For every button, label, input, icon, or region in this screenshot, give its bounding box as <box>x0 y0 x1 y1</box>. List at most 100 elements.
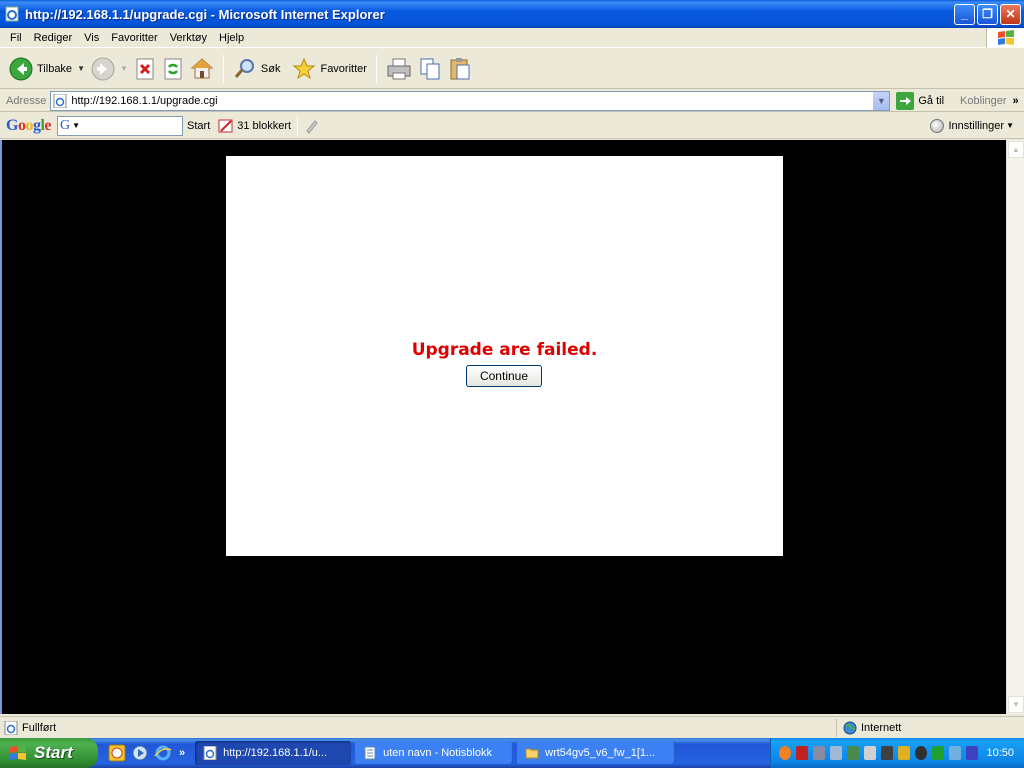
task-label: http://192.168.1.1/u... <box>223 747 328 759</box>
taskbar: Start » http://192.168.1.1/u... uten nav… <box>0 738 1024 768</box>
tray-app-icon[interactable] <box>881 746 893 760</box>
address-input[interactable]: http://192.168.1.1/upgrade.cgi ▼ <box>50 90 891 111</box>
tray-app-icon[interactable] <box>813 746 825 760</box>
back-button[interactable]: Tilbake ▼ <box>6 52 88 86</box>
clock[interactable]: 10:50 <box>986 747 1014 759</box>
more-chevron-icon[interactable]: » <box>1013 95 1019 107</box>
favorites-button[interactable]: Favoritter <box>289 52 369 86</box>
clock-app-icon[interactable] <box>108 744 126 762</box>
taskbar-button-folder[interactable]: wrt54gv5_v6_fw_1[1... <box>517 741 676 765</box>
menu-edit[interactable]: Rediger <box>28 32 79 44</box>
notepad-icon <box>364 746 376 760</box>
menu-help[interactable]: Hjelp <box>213 32 250 44</box>
chevron-down-icon[interactable]: ▼ <box>77 64 85 73</box>
tray-app-icon[interactable] <box>915 746 927 760</box>
status-bar: Fullført Internett <box>0 716 1024 738</box>
task-label: wrt54gv5_v6_fw_1[1... <box>545 747 656 759</box>
window-title: http://192.168.1.1/upgrade.cgi - Microso… <box>25 6 385 22</box>
address-label: Adresse <box>6 94 47 107</box>
tray-battery-icon[interactable] <box>932 746 944 760</box>
tray-meter-icon[interactable] <box>796 746 808 760</box>
address-bar: Adresse http://192.168.1.1/upgrade.cgi ▼… <box>0 90 1024 112</box>
printer-icon <box>387 58 411 79</box>
search-label: Søk <box>260 62 281 75</box>
links-toolbar[interactable]: Koblinger <box>960 95 1006 107</box>
page-done-icon <box>4 720 18 735</box>
vertical-scrollbar[interactable]: ▲ ▼ <box>1006 140 1024 714</box>
google-toolbar: Google G ▼ Start 31 blokkert Innstilling… <box>0 113 1024 139</box>
google-settings-button[interactable]: Innstillinger ▼ <box>930 118 1014 133</box>
web-page-viewport: Upgrade are failed. Continue <box>0 140 1006 714</box>
taskbar-button-ie[interactable]: http://192.168.1.1/u... <box>195 741 352 765</box>
paste-button[interactable] <box>445 52 475 86</box>
internet-explorer-icon[interactable] <box>154 744 172 762</box>
tray-speaker-icon[interactable] <box>864 746 876 760</box>
settings-label: Innstillinger <box>948 119 1005 132</box>
status-text-area: Fullført <box>4 720 57 735</box>
go-button[interactable]: Gå til <box>896 91 944 110</box>
google-start-button[interactable]: Start <box>187 120 210 132</box>
ie-page-icon <box>203 746 217 760</box>
media-player-icon[interactable] <box>131 744 149 762</box>
search-icon <box>234 58 254 78</box>
google-g-icon: G <box>60 117 71 133</box>
close-icon: ✕ <box>1005 7 1016 21</box>
back-label: Tilbake <box>37 62 73 75</box>
paste-icon <box>450 57 470 79</box>
toolbar-separator <box>375 54 377 83</box>
menu-bar: Fil Rediger Vis Favoritter Verktøy Hjelp <box>0 28 1024 48</box>
menu-file[interactable]: Fil <box>4 32 28 44</box>
standard-toolbar: Tilbake ▼ ▼ Søk Favoritter <box>0 49 1024 89</box>
address-dropdown-button[interactable]: ▼ <box>872 91 890 110</box>
ie-page-icon <box>5 6 19 22</box>
minimize-button[interactable]: _ <box>954 3 975 25</box>
taskbar-button-notepad[interactable]: uten navn - Notisblokk <box>355 741 514 765</box>
google-logo[interactable]: Google <box>6 117 51 135</box>
start-button[interactable]: Start <box>0 738 98 768</box>
tray-app-icon[interactable] <box>898 746 910 760</box>
windows-flag-icon <box>10 745 26 760</box>
highlight-pen-icon[interactable] <box>304 118 320 134</box>
chevron-down-icon[interactable]: ▼ <box>120 64 128 73</box>
chevron-down-icon: ▼ <box>1006 121 1014 130</box>
address-url: http://192.168.1.1/upgrade.cgi <box>71 94 218 107</box>
forward-button[interactable]: ▼ <box>88 52 131 86</box>
tray-app-icon[interactable] <box>847 746 859 760</box>
menu-view[interactable]: Vis <box>78 32 105 44</box>
scroll-up-icon[interactable]: ▲ <box>1008 141 1024 158</box>
back-arrow-icon <box>9 57 33 80</box>
copy-button[interactable] <box>415 52 445 86</box>
close-button[interactable]: ✕ <box>1000 3 1021 25</box>
quick-launch-more-icon[interactable]: » <box>179 747 185 759</box>
quick-launch: » <box>108 744 185 762</box>
restore-button[interactable]: ❐ <box>977 3 998 25</box>
scroll-down-icon[interactable]: ▼ <box>1008 696 1024 713</box>
menu-tools[interactable]: Verktøy <box>164 32 213 44</box>
favorites-label: Favoritter <box>320 62 367 75</box>
google-search-input[interactable]: G ▼ <box>57 115 184 136</box>
search-button[interactable]: Søk <box>230 52 284 86</box>
tray-network-icon[interactable] <box>830 746 842 760</box>
star-icon <box>293 57 316 79</box>
upgrade-result-panel: Upgrade are failed. Continue <box>226 156 783 556</box>
toolbar-separator <box>297 116 299 135</box>
status-text: Fullført <box>22 721 57 734</box>
tray-app-icon[interactable] <box>966 746 978 760</box>
restore-icon: ❐ <box>982 7 993 21</box>
globe-icon <box>843 721 857 735</box>
print-button[interactable] <box>383 52 415 86</box>
go-arrow-icon <box>896 91 915 110</box>
stop-button[interactable] <box>131 52 159 86</box>
security-zone[interactable]: Internett <box>836 719 1022 737</box>
home-button[interactable] <box>187 52 217 86</box>
refresh-button[interactable] <box>159 52 187 86</box>
continue-button[interactable]: Continue <box>466 365 542 387</box>
menu-favorites[interactable]: Favoritter <box>105 32 163 44</box>
chevron-down-icon[interactable]: ▼ <box>72 121 80 130</box>
popup-blocked-button[interactable]: 31 blokkert <box>218 118 291 134</box>
tray-app-icon[interactable] <box>779 746 791 760</box>
zone-label: Internett <box>861 722 902 734</box>
tray-app-icon[interactable] <box>949 746 961 760</box>
home-icon <box>190 57 214 78</box>
toolbar-separator <box>222 54 224 83</box>
